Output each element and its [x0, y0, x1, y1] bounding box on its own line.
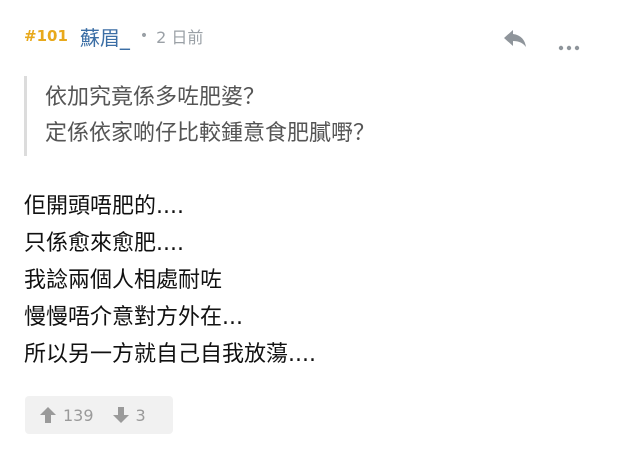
- vote-bar: 139 3: [25, 396, 173, 434]
- downvote-count: 3: [135, 405, 146, 425]
- separator-dot: •: [139, 28, 149, 44]
- post-header: #101 蘇眉_ • 2 日前: [24, 22, 203, 50]
- downvote-button[interactable]: 3: [112, 406, 146, 425]
- post-card: #101 蘇眉_ • 2 日前 依加究竟係多咗肥婆？ 定係依家啲仔比較鍾意食肥膩…: [0, 0, 620, 453]
- content-line: 所以另一方就自己自我放蕩....: [24, 342, 316, 367]
- upvote-button[interactable]: 139: [39, 406, 94, 425]
- more-icon[interactable]: [558, 36, 580, 51]
- quote-line: 定係依家啲仔比較鍾意食肥膩嘢？: [45, 121, 376, 146]
- thumb-down-arrow-icon: [112, 407, 129, 423]
- floor-number[interactable]: #101: [24, 27, 68, 45]
- post-time: 2 日前: [156, 28, 204, 47]
- content-line: 我諗兩個人相處耐咗: [24, 268, 223, 293]
- post-content: 佢開頭唔肥的.... 只係愈來愈肥.... 我諗兩個人相處耐咗 慢慢唔介意對方外…: [24, 188, 584, 373]
- content-line: 慢慢唔介意對方外在...: [24, 305, 243, 330]
- reply-icon[interactable]: [502, 26, 528, 50]
- content-line: 只係愈來愈肥....: [24, 231, 184, 256]
- upvote-count: 139: [63, 405, 94, 425]
- content-line: 佢開頭唔肥的....: [24, 194, 184, 219]
- username[interactable]: 蘇眉_: [80, 22, 130, 51]
- thumb-up-arrow-icon: [40, 407, 56, 423]
- quote-block: 依加究竟係多咗肥婆？ 定係依家啲仔比較鍾意食肥膩嘢？: [24, 76, 565, 156]
- quote-line: 依加究竟係多咗肥婆？: [45, 85, 266, 110]
